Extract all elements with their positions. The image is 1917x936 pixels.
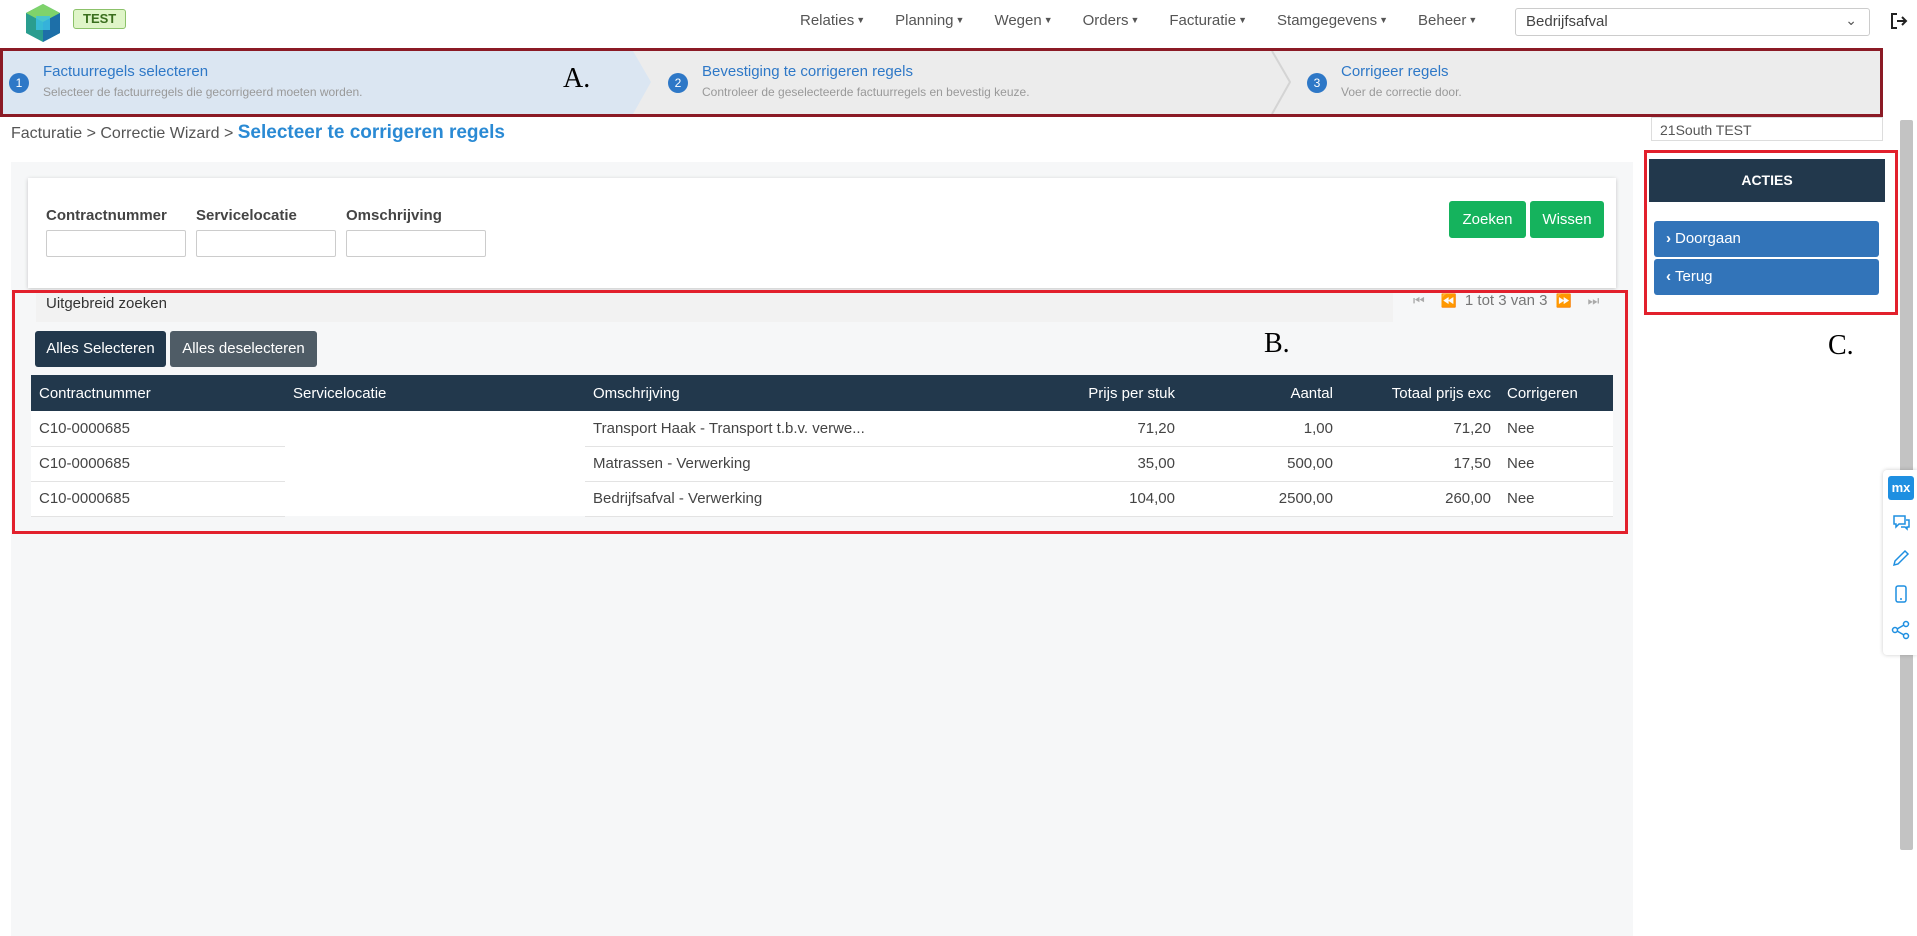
caret-down-icon: ▼ [1238,15,1248,25]
caret-down-icon: ▼ [856,15,866,25]
feedback-icon[interactable] [1891,512,1911,532]
caret-down-icon: ▼ [1043,15,1053,25]
logout-icon[interactable] [1890,12,1908,30]
wizard-step-1[interactable] [3,51,651,114]
nav-item-beheer[interactable]: Beheer ▼ [1418,12,1477,29]
back-button-label: Terug [1675,268,1713,285]
organization-select-value: Bedrijfsafval [1526,13,1608,30]
edit-icon[interactable] [1891,548,1911,568]
contractnummer-label: Contractnummer [46,207,167,224]
nav-label: Orders [1082,12,1129,29]
wizard-step-2[interactable]: Bevestiging te corrigeren regels [702,63,913,80]
servicelocatie-label: Servicelocatie [196,207,297,224]
nav-item-planning[interactable]: Planning ▼ [895,12,964,29]
step-number: 2 [668,73,688,93]
continue-button[interactable]: › Doorgaan [1654,221,1879,257]
nav-label: Facturatie [1169,12,1237,29]
nav-item-facturatie[interactable]: Facturatie ▼ [1169,12,1247,29]
step-subtitle: Voer de correctie door. [1341,85,1462,99]
environment-badge: TEST [73,9,127,29]
step-number: 1 [9,73,29,93]
actions-header: ACTIES [1649,159,1885,202]
annotation-marker-a: A. [563,63,591,94]
continue-button-label: Doorgaan [1675,230,1741,247]
nav-label: Wegen [994,12,1042,29]
dev-tools-panel: mx [1883,470,1917,655]
omschrijving-input[interactable] [346,230,486,257]
contractnummer-input[interactable] [46,230,186,257]
step-number: 3 [1307,73,1327,93]
caret-down-icon: ▼ [1468,15,1478,25]
breadcrumb: Facturatie > Correctie Wizard > Selectee… [11,122,505,144]
chevron-down-icon: ⌄ [1845,12,1857,28]
search-button[interactable]: Zoeken [1449,201,1526,238]
organization-select[interactable]: Bedrijfsafval ⌄ [1515,8,1870,36]
step-title: Factuurregels selecteren [43,63,209,80]
annotation-region-b [12,290,1628,534]
caret-down-icon: ▼ [1379,15,1389,25]
nav-label: Beheer [1418,12,1467,29]
nav-label: Stamgegevens [1277,12,1378,29]
top-bar: TEST Relaties ▼ Planning ▼ Wegen ▼ Orders ▼ … [0,0,1917,44]
organization-label: 21South TEST [1651,117,1883,141]
page-title: Selecteer te corrigeren regels [237,122,505,143]
nav-item-orders[interactable]: Orders ▼ [1083,12,1140,29]
share-icon[interactable] [1891,620,1911,640]
nav-label: Planning [895,12,954,29]
caret-down-icon: ▼ [955,15,965,25]
caret-down-icon: ▼ [1130,15,1140,25]
chevron-left-icon: ‹ [1666,268,1671,285]
mendix-icon[interactable]: mx [1888,476,1914,500]
clear-button[interactable]: Wissen [1530,201,1604,238]
mobile-icon[interactable] [1891,584,1911,604]
back-button[interactable]: ‹ Terug [1654,259,1879,295]
wizard-steps: 1 Factuurregels selecteren Selecteer de … [0,48,1883,117]
omschrijving-label: Omschrijving [346,207,442,224]
nav-item-stamgegevens[interactable]: Stamgegevens ▼ [1277,12,1388,29]
servicelocatie-input[interactable] [196,230,336,257]
main-nav: Relaties ▼ Planning ▼ Wegen ▼ Orders ▼ Factu… [800,12,1507,29]
step-subtitle: Controleer de geselecteerde factuurregel… [702,85,1030,99]
app-logo[interactable] [24,3,62,43]
nav-item-wegen[interactable]: Wegen ▼ [994,12,1052,29]
breadcrumb-path[interactable]: Facturatie > Correctie Wizard > [11,125,238,142]
step-subtitle: Selecteer de factuurregels die gecorrige… [43,85,363,99]
chevron-right-icon: › [1666,230,1671,247]
step-separator-icon [1271,51,1292,114]
nav-item-relaties[interactable]: Relaties ▼ [800,12,865,29]
annotation-marker-c: C. [1828,330,1854,361]
wizard-step-3[interactable]: Corrigeer regels [1341,63,1449,80]
nav-label: Relaties [800,12,855,29]
